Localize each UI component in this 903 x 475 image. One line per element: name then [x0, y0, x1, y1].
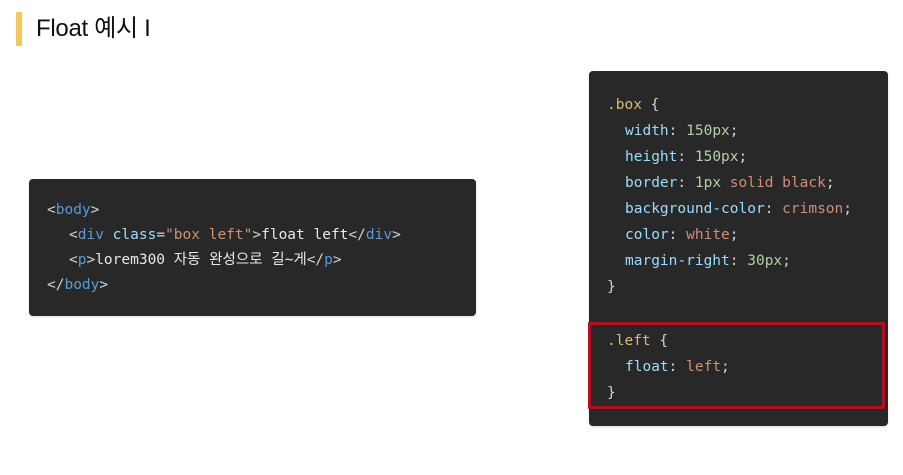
code-token: { [641, 97, 660, 113]
css-declaration: width: 150px; [625, 119, 739, 143]
code-token: > [99, 277, 109, 293]
css-property: background-color [625, 201, 765, 217]
code-token: div [77, 227, 104, 243]
code-token: : [729, 253, 748, 269]
code-token: </ [306, 252, 325, 268]
code-line: } [607, 275, 616, 299]
code-line: <p>lorem300 자동 완성으로 길~게</p> [69, 248, 342, 272]
css-property: height [625, 149, 678, 165]
code-token: < [69, 227, 78, 243]
title-accent-bar [16, 12, 22, 46]
code-line: <div class="box left">float left</div> [69, 223, 401, 247]
code-token: : [764, 201, 783, 217]
code-token: p [324, 252, 333, 268]
code-token: } [607, 279, 616, 295]
code-token: </ [348, 227, 366, 243]
code-token: ; [738, 149, 748, 165]
css-value-number: 1px [694, 175, 722, 191]
css-declaration: margin-right: 30px; [625, 249, 791, 273]
code-token: ; [782, 253, 791, 269]
css-value: 30px [747, 253, 783, 269]
code-token: < [69, 252, 78, 268]
code-token: lorem300 자동 완성으로 길~게 [95, 252, 307, 268]
code-token: > [90, 202, 100, 218]
code-token: : [668, 227, 687, 243]
css-declaration: background-color: crimson; [625, 197, 852, 221]
code-token: div [365, 227, 393, 243]
code-token: body [55, 202, 91, 218]
css-property: border [625, 175, 678, 191]
code-line: </body> [47, 273, 108, 297]
page-title: Float 예시 I [36, 15, 151, 42]
css-property: margin-right [625, 253, 730, 269]
css-selector: .box [607, 97, 642, 113]
css-value: 150px [694, 149, 739, 165]
css-property: width [625, 123, 669, 139]
code-token: = [156, 227, 166, 243]
code-token: > [392, 227, 401, 243]
code-token: : [677, 175, 695, 191]
code-token: ; [729, 123, 739, 139]
code-token: "box left" [165, 227, 253, 243]
code-token: ; [729, 227, 739, 243]
css-value: 150px [686, 123, 730, 139]
code-token: > [86, 252, 96, 268]
code-token: body [64, 277, 100, 293]
code-token: > [252, 227, 262, 243]
code-line: <body> [47, 198, 99, 222]
float-rule-highlight [588, 322, 885, 409]
css-declaration: color: white; [625, 223, 739, 247]
code-token: ; [843, 201, 852, 217]
css-value: crimson [782, 201, 844, 217]
code-token: : [677, 149, 695, 165]
css-declaration: height: 150px; [625, 145, 747, 169]
css-property: color [625, 227, 669, 243]
code-token: > [332, 252, 342, 268]
css-declaration: border: 1px solid black; [625, 171, 835, 195]
html-code-block: <body> <div class="box left">float left<… [29, 179, 476, 316]
css-value: 1px solid black [695, 175, 826, 191]
code-token: : [668, 123, 687, 139]
code-token: class [112, 227, 157, 243]
code-token: ; [825, 175, 835, 191]
code-token: float left [261, 227, 349, 243]
code-line: .box { [607, 93, 659, 117]
css-value: white [686, 227, 730, 243]
css-value-keyword: solid black [721, 175, 826, 191]
code-token: </ [47, 277, 65, 293]
code-token: < [47, 202, 56, 218]
